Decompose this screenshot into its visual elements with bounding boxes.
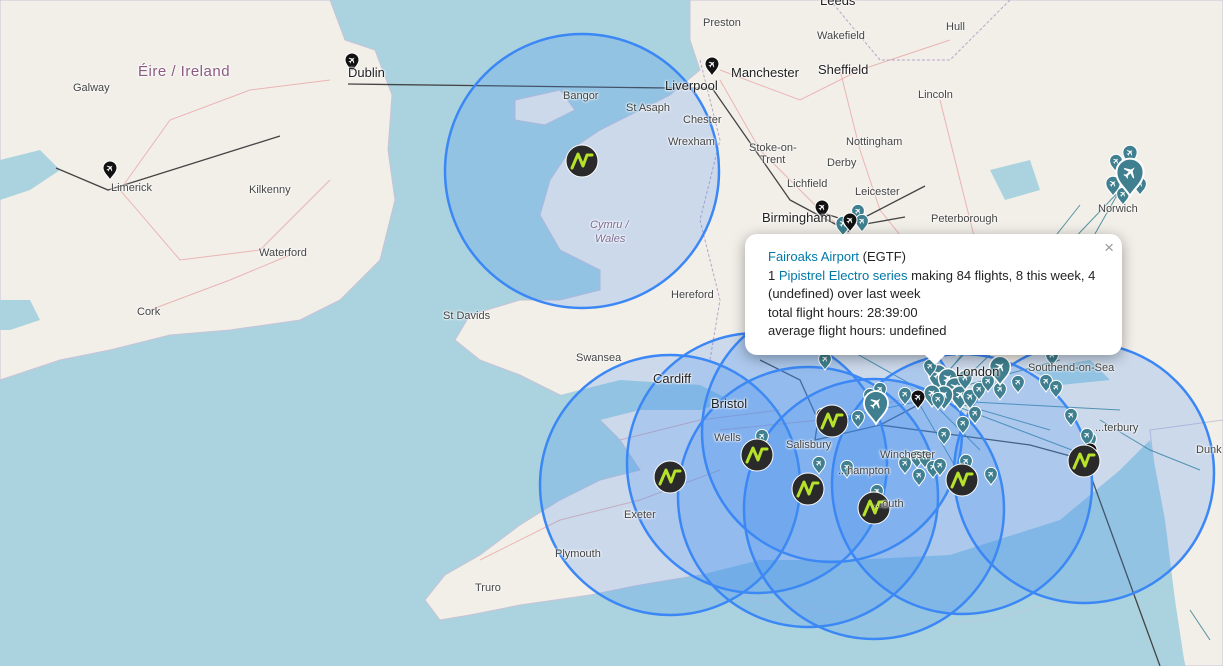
place-label: Galway bbox=[73, 82, 110, 94]
airport-code: (EGTF) bbox=[862, 249, 906, 264]
place-label: Truro bbox=[475, 582, 501, 594]
place-label: Winchester bbox=[880, 449, 936, 461]
close-icon[interactable]: × bbox=[1104, 238, 1114, 258]
aircraft-count: 1 bbox=[768, 267, 776, 283]
place-label: Cymru / bbox=[590, 219, 629, 231]
place-label: Wales bbox=[595, 233, 626, 245]
place-label: Cardiff bbox=[653, 371, 692, 386]
place-label: Lincoln bbox=[918, 89, 953, 101]
place-label: Stoke-on- bbox=[749, 142, 797, 154]
place-label: Plymouth bbox=[555, 548, 601, 560]
av-logo-icon[interactable] bbox=[1067, 444, 1101, 478]
popup-stats-line: 1 Pipistrel Electro series making 84 fli… bbox=[768, 267, 1102, 304]
place-label: Lichfield bbox=[787, 178, 828, 190]
place-label: Nottingham bbox=[846, 136, 903, 148]
place-label: Liverpool bbox=[665, 78, 718, 93]
place-label: Southend-on-Sea bbox=[1028, 362, 1115, 374]
total-flight-hours: total flight hours: 28:39:00 bbox=[768, 304, 918, 320]
place-label: Chester bbox=[683, 114, 722, 126]
place-label: Wells bbox=[714, 432, 741, 444]
av-logo-icon[interactable] bbox=[791, 472, 825, 506]
place-label: ...terbury bbox=[1095, 422, 1139, 434]
place-label: Swansea bbox=[576, 352, 622, 364]
place-label: Derby bbox=[827, 157, 857, 169]
place-label: Trent bbox=[760, 154, 786, 166]
place-label: Dublin bbox=[348, 65, 385, 80]
aircraft-link[interactable]: Pipistrel Electro series bbox=[779, 268, 908, 283]
place-label: Kilkenny bbox=[249, 184, 291, 196]
place-label: Éire / Ireland bbox=[138, 63, 231, 80]
av-logo-icon[interactable] bbox=[945, 463, 979, 497]
place-label: Exeter bbox=[624, 509, 656, 521]
av-logo-icon[interactable] bbox=[815, 404, 849, 438]
place-label: ...hampton bbox=[838, 465, 890, 477]
place-label: Salisbury bbox=[786, 439, 832, 451]
place-label: St Davids bbox=[443, 310, 491, 322]
place-label: Hereford bbox=[671, 289, 714, 301]
place-label: Limerick bbox=[111, 182, 152, 194]
place-label: Norwich bbox=[1098, 203, 1138, 215]
av-logo-icon[interactable] bbox=[740, 438, 774, 472]
average-flight-hours: average flight hours: undefined bbox=[768, 323, 947, 338]
airport-link[interactable]: Fairoaks Airport bbox=[768, 249, 859, 264]
av-logo-icon[interactable] bbox=[653, 460, 687, 494]
place-label: St Asaph bbox=[626, 102, 671, 114]
place-label: Bangor bbox=[563, 90, 599, 102]
av-logo-icon[interactable] bbox=[565, 144, 599, 178]
place-label: Waterford bbox=[259, 247, 307, 259]
airport-popup: × Fairoaks Airport (EGTF) 1 Pipistrel El… bbox=[745, 234, 1122, 365]
place-label: Preston bbox=[703, 17, 741, 29]
popup-title-line: Fairoaks Airport (EGTF) bbox=[768, 248, 1102, 267]
place-label: London bbox=[956, 364, 1000, 379]
place-label: Wrexham bbox=[668, 136, 715, 148]
place-label: Bristol bbox=[711, 396, 748, 411]
place-label: Wakefield bbox=[817, 30, 865, 42]
place-label: Hull bbox=[946, 21, 965, 33]
place-label: Leicester bbox=[855, 186, 900, 198]
place-label: Peterborough bbox=[931, 213, 998, 225]
place-label: Manchester bbox=[731, 65, 799, 80]
place-label: ...outh bbox=[873, 498, 904, 510]
place-label: Cork bbox=[137, 306, 161, 318]
place-label: Birmingham bbox=[762, 210, 832, 225]
place-label: Leeds bbox=[820, 0, 856, 8]
place-label: Sheffield bbox=[818, 62, 869, 77]
place-label: Dunk bbox=[1196, 444, 1222, 456]
